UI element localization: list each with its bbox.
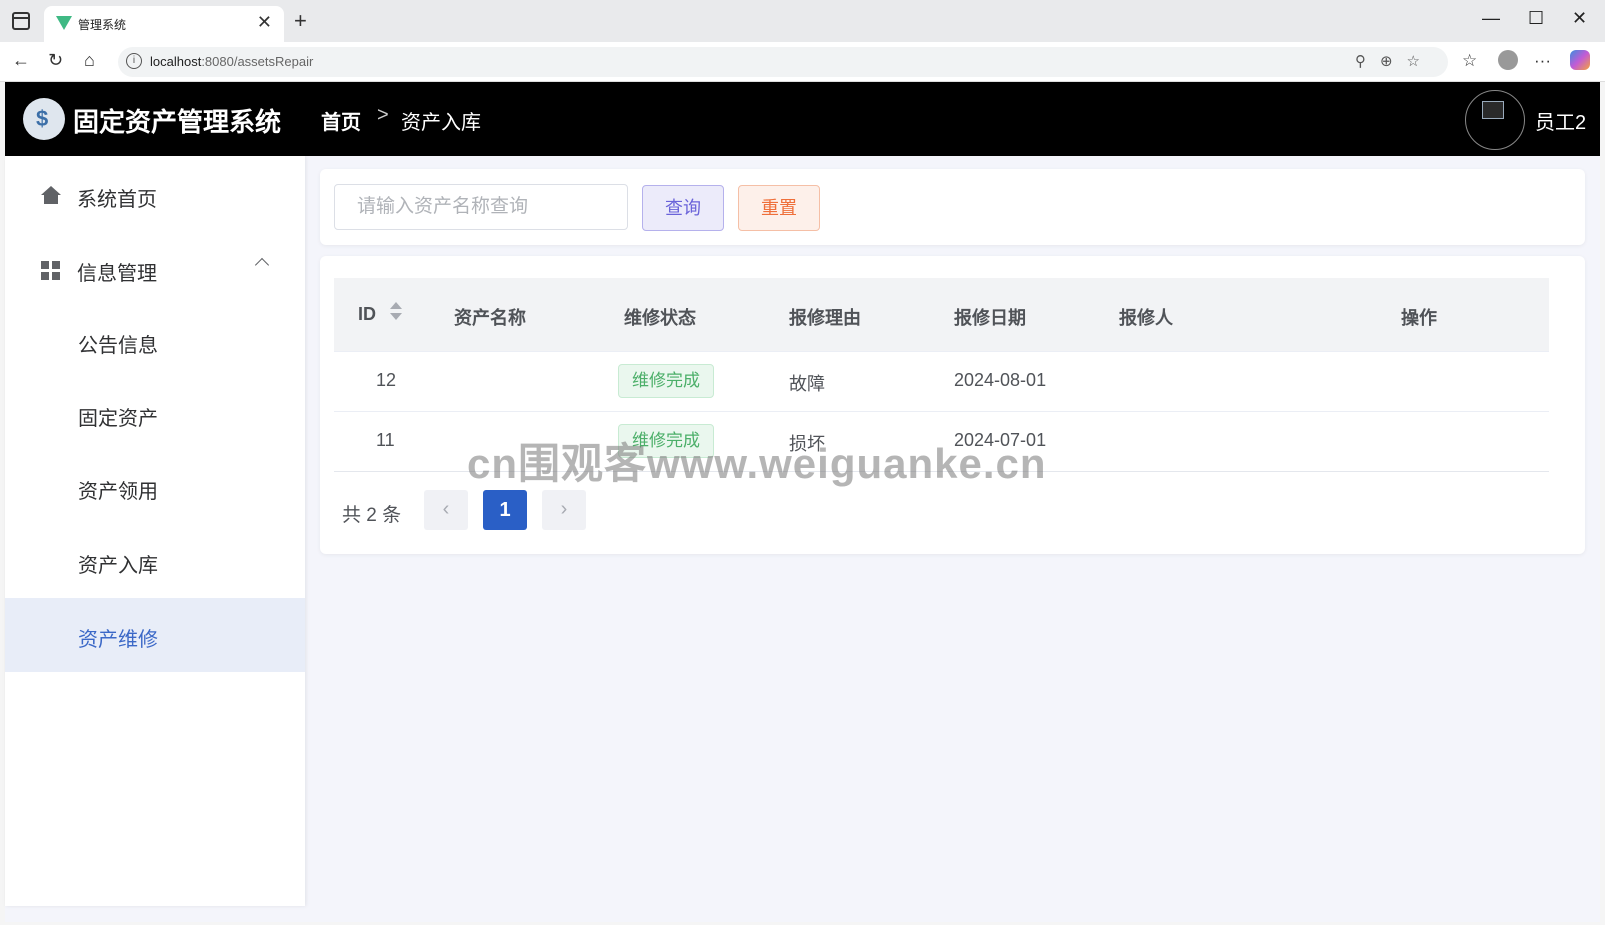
search-card: 查询 重置 xyxy=(320,169,1585,245)
minimize-button[interactable]: — xyxy=(1482,8,1500,29)
app-root: 固定资产管理系统 首页 > 资产入库 员工2 系统首页 信息管理 xyxy=(5,82,1600,922)
pagination-prev-button[interactable]: ‹ xyxy=(424,490,468,530)
table-row: 12 维修完成 故障 2024-08-01 xyxy=(334,352,1549,412)
avatar[interactable] xyxy=(1465,90,1525,150)
watermark: cn围观客www.weiguanke.cn xyxy=(467,440,1047,487)
cell-id: 11 xyxy=(376,430,395,450)
column-header-reason: 报修理由 xyxy=(789,308,861,328)
sort-descending-icon[interactable] xyxy=(390,313,402,320)
back-icon[interactable]: ← xyxy=(12,50,30,71)
breadcrumb-separator-icon: > xyxy=(377,104,389,126)
breadcrumb-current: 资产入库 xyxy=(401,112,481,134)
column-header-id[interactable]: ID xyxy=(358,304,376,325)
sidebar-item-label: 资产领用 xyxy=(78,481,158,503)
sidebar-item-notices[interactable]: 公告信息 xyxy=(5,304,305,378)
grid-icon xyxy=(41,261,61,281)
url-field[interactable]: i localhost:8080/assetsRepair ⚲⊕☆ xyxy=(118,47,1448,77)
copilot-icon[interactable] xyxy=(1570,50,1590,70)
search-input[interactable] xyxy=(334,184,628,230)
column-header-actions: 操作 xyxy=(1401,308,1437,328)
column-header-status: 维修状态 xyxy=(624,308,696,328)
sidebar-item-home[interactable]: 系统首页 xyxy=(5,158,305,232)
sidebar-item-info-management[interactable]: 信息管理 xyxy=(5,232,305,306)
breadcrumb-home[interactable]: 首页 xyxy=(321,106,361,135)
url-text: localhost:8080/assetsRepair xyxy=(150,54,314,69)
browser-tab[interactable]: 管理系统 ✕ xyxy=(44,6,284,42)
site-info-icon[interactable]: i xyxy=(126,53,142,69)
sidebar: 系统首页 信息管理 公告信息 固定资产 资产领用 资产入库 资产维修 xyxy=(5,156,305,906)
sidebar-toggle-icon[interactable] xyxy=(12,12,30,30)
address-bar: ← ↻ ⌂ i localhost:8080/assetsRepair ⚲⊕☆ … xyxy=(0,42,1605,82)
home-nav-icon[interactable]: ⌂ xyxy=(84,50,95,71)
favorites-icon[interactable]: ☆ xyxy=(1462,51,1477,71)
cell-id: 12 xyxy=(376,370,397,390)
browser-window: 管理系统 ✕ + — ☐ ✕ ← ↻ ⌂ i localhost:8080/as… xyxy=(0,0,1605,925)
vue-logo-icon xyxy=(56,16,72,30)
sidebar-item-label: 系统首页 xyxy=(77,189,157,211)
sidebar-item-asset-inbound[interactable]: 资产入库 xyxy=(5,524,305,598)
new-tab-button[interactable]: + xyxy=(294,8,307,34)
sidebar-item-asset-use[interactable]: 资产领用 xyxy=(5,450,305,524)
sidebar-item-label: 信息管理 xyxy=(77,263,157,285)
column-header-name: 资产名称 xyxy=(454,308,526,328)
table-card: ID 资产名称 维修状态 报修理由 报修日期 报修人 操作 12 维修完成 故障… xyxy=(320,256,1585,554)
sidebar-item-label: 固定资产 xyxy=(78,408,158,430)
maximize-button[interactable]: ☐ xyxy=(1528,8,1544,29)
app-header: 固定资产管理系统 首页 > 资产入库 员工2 xyxy=(5,82,1600,156)
query-button[interactable]: 查询 xyxy=(642,185,724,231)
sort-ascending-icon[interactable] xyxy=(390,302,402,309)
broken-image-icon xyxy=(1482,101,1504,119)
sidebar-item-label: 资产入库 xyxy=(78,555,158,577)
app-title: 固定资产管理系统 xyxy=(73,107,282,137)
cell-reason: 故障 xyxy=(789,374,825,394)
tab-title: 管理系统 xyxy=(78,18,127,32)
reset-button[interactable]: 重置 xyxy=(738,185,820,231)
table-header: ID 资产名称 维修状态 报修理由 报修日期 报修人 操作 xyxy=(334,278,1549,352)
more-menu-icon[interactable]: ··· xyxy=(1534,51,1551,71)
chevron-up-icon xyxy=(254,257,270,273)
sidebar-item-label: 公告信息 xyxy=(78,335,158,357)
status-badge: 维修完成 xyxy=(618,364,714,398)
sidebar-item-asset-repair[interactable]: 资产维修 xyxy=(5,598,305,672)
pagination-total: 共 2 条 xyxy=(342,505,402,526)
sidebar-item-label: 资产维修 xyxy=(78,629,158,651)
pagination-page-current[interactable]: 1 xyxy=(483,490,527,530)
window-close-button[interactable]: ✕ xyxy=(1572,8,1587,29)
cell-date: 2024-08-01 xyxy=(954,370,1047,390)
url-action-icons[interactable]: ⚲⊕☆ xyxy=(1355,52,1434,70)
username[interactable]: 员工2 xyxy=(1535,106,1586,135)
tab-close-icon[interactable]: ✕ xyxy=(257,12,272,33)
column-header-reporter: 报修人 xyxy=(1119,308,1173,328)
pagination-next-button[interactable]: › xyxy=(542,490,586,530)
reload-icon[interactable]: ↻ xyxy=(48,50,63,71)
money-bag-logo-icon xyxy=(23,98,65,140)
column-header-date: 报修日期 xyxy=(954,308,1026,328)
home-icon xyxy=(41,186,61,204)
profile-icon[interactable] xyxy=(1498,50,1518,70)
sidebar-item-fixed-assets[interactable]: 固定资产 xyxy=(5,377,305,451)
tab-bar: 管理系统 ✕ + — ☐ ✕ xyxy=(0,0,1605,42)
